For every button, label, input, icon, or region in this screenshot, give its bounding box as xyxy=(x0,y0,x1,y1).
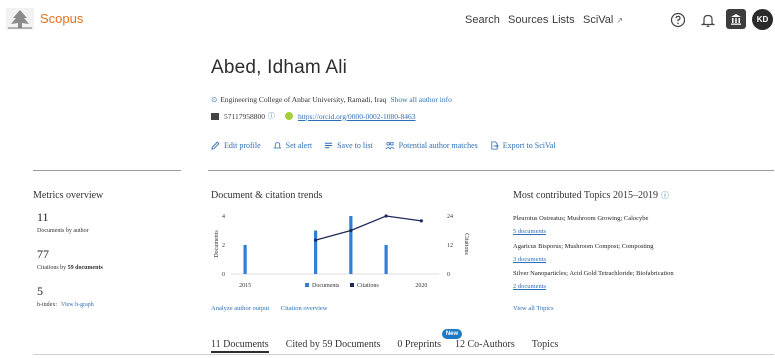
nav-sources[interactable]: Sources xyxy=(508,14,548,26)
citations-count: 77 xyxy=(37,247,49,261)
nav-scival-label: SciVal xyxy=(583,14,614,26)
top-navigation-bar: Scopus Search Sources Lists SciVal ↗ KD xyxy=(0,0,775,44)
nav-lists[interactable]: Lists xyxy=(552,14,575,26)
trends-title: Document & citation trends xyxy=(211,190,323,201)
info-icon[interactable]: ⓘ xyxy=(268,111,275,121)
location-pin-icon: ⊙ xyxy=(211,95,218,104)
h-index-label: h-index: xyxy=(37,302,57,308)
potential-author-matches-label: Potential author matches xyxy=(398,141,478,150)
author-identifiers-row: 57117958800 ⓘ https://orcid.org/0000-000… xyxy=(211,111,416,121)
info-icon[interactable]: ⓘ xyxy=(661,191,669,200)
help-icon[interactable] xyxy=(668,10,688,30)
bell-icon xyxy=(272,142,282,149)
citations-point[interactable] xyxy=(384,214,388,218)
author-affiliation-row: ⊙ Engineering College of Anbar University… xyxy=(211,95,452,104)
topic-item-label: Pleurotus Ostreatus; Mushroom Growing; C… xyxy=(513,215,649,222)
topic-item-documents-link[interactable]: 2 documents xyxy=(513,283,546,290)
potential-author-matches-button[interactable]: Potential author matches xyxy=(385,141,478,150)
documents-count-label: Documents by author xyxy=(37,228,89,234)
x-tick-label: 2015 xyxy=(239,283,251,289)
documents-count: 11 xyxy=(37,210,49,224)
topic-item-label: Silver Nanoparticles; Acid Gold Tetrachl… xyxy=(513,270,674,277)
topics-title: Most contributed Topics 2015–2019 ⓘ xyxy=(513,190,679,201)
citations-point[interactable] xyxy=(419,219,423,223)
view-h-graph-link[interactable]: View h-graph xyxy=(61,302,94,308)
nav-search[interactable]: Search xyxy=(465,14,500,26)
export-to-scival-button[interactable]: Export to SciVal xyxy=(490,141,556,150)
documents-bar[interactable] xyxy=(314,230,318,275)
section-divider xyxy=(208,170,774,171)
edit-profile-button[interactable]: Edit profile xyxy=(211,141,261,150)
citations-line xyxy=(315,215,422,241)
author-name: Abed, Idham Ali xyxy=(211,57,348,78)
save-to-list-button[interactable]: Save to list xyxy=(324,141,373,150)
pencil-icon xyxy=(211,141,220,150)
citations-label-documents: 59 documents xyxy=(67,265,103,271)
set-alert-button[interactable]: Set alert xyxy=(272,141,313,150)
elsevier-logo-icon[interactable] xyxy=(4,6,36,32)
author-tabs: 11 Documents Cited by 59 Documents 0 Pre… xyxy=(211,339,575,353)
new-badge: New xyxy=(442,329,462,339)
edit-profile-label: Edit profile xyxy=(224,141,261,150)
tab-co-authors[interactable]: 12 Co-Authors xyxy=(455,339,515,353)
affiliation-text: Engineering College of Anbar University,… xyxy=(220,95,387,104)
y-tick-right: 0 xyxy=(447,272,450,278)
citations-point[interactable] xyxy=(349,228,353,233)
y-tick-left: 4 xyxy=(222,214,225,220)
citations-point[interactable] xyxy=(314,238,318,242)
metrics-overview-title: Metrics overview xyxy=(33,190,104,201)
h-index-value: 5 xyxy=(37,284,43,298)
institution-icon[interactable] xyxy=(726,9,746,29)
export-to-scival-label: Export to SciVal xyxy=(502,141,556,150)
citations-label-prefix: Citations by xyxy=(37,265,67,271)
topic-item-label: Agaricus Bisporus; Mushroom Compost; Com… xyxy=(513,243,654,250)
tab-documents[interactable]: 11 Documents xyxy=(211,339,269,353)
scopus-id-icon xyxy=(211,112,219,120)
scopus-brand-link[interactable]: Scopus xyxy=(40,11,83,26)
y-tick-right: 12 xyxy=(447,243,453,249)
documents-bar[interactable] xyxy=(243,245,247,274)
section-divider-left xyxy=(33,170,181,171)
topic-item-documents-link[interactable]: 5 documents xyxy=(513,228,546,235)
user-avatar[interactable]: KD xyxy=(752,9,773,30)
tabs-divider xyxy=(33,354,774,355)
tab-preprints[interactable]: 0 Preprints xyxy=(397,339,441,353)
topic-item-documents-link[interactable]: 3 documents xyxy=(513,256,546,263)
legend-swatch-documents xyxy=(305,283,309,287)
bell-icon[interactable] xyxy=(698,10,718,30)
external-link-icon: ↗ xyxy=(616,16,624,25)
orcid-icon xyxy=(284,112,293,120)
y-tick-right: 24 xyxy=(447,214,453,220)
chart-links: Analyze author output Citation overview xyxy=(211,305,328,312)
document-citation-trends-chart: Documents Citations 4 2 0 24 12 0 2015 2020 Do… xyxy=(214,214,469,289)
nav-scival[interactable]: SciVal ↗ xyxy=(583,14,623,26)
orcid-link[interactable]: https://orcid.org/0000-0002-1080-8463 xyxy=(298,112,416,121)
tab-topics[interactable]: Topics xyxy=(532,339,559,353)
legend-label-citations: Citations xyxy=(357,283,379,289)
save-to-list-label: Save to list xyxy=(337,141,373,150)
y-tick-left: 2 xyxy=(222,243,225,249)
citations-count-label: Citations by 59 documents xyxy=(37,265,103,271)
author-actions-bar: Edit profile Set alert Save to list Pote… xyxy=(211,141,568,150)
y-axis-label-citations: Citations xyxy=(463,233,469,255)
citation-overview-link[interactable]: Citation overview xyxy=(281,305,328,312)
list-icon xyxy=(324,142,333,149)
set-alert-label: Set alert xyxy=(285,141,313,150)
analyze-author-output-link[interactable]: Analyze author output xyxy=(211,305,269,312)
h-index-row: h-index: View h-graph xyxy=(37,302,94,308)
topics-title-text: Most contributed Topics 2015–2019 xyxy=(513,190,658,201)
tab-cited-by[interactable]: Cited by 59 Documents xyxy=(286,339,381,353)
documents-bar[interactable] xyxy=(384,245,388,274)
people-icon xyxy=(385,141,395,150)
legend-swatch-citations xyxy=(350,283,354,287)
y-axis-label-documents: Documents xyxy=(214,230,220,258)
export-icon xyxy=(491,141,499,150)
view-all-topics-link[interactable]: View all Topics xyxy=(513,305,554,312)
scopus-author-id: 57117958800 xyxy=(224,111,265,121)
documents-bar[interactable] xyxy=(349,216,353,274)
x-tick-label: 2020 xyxy=(415,283,427,289)
show-all-author-info-link[interactable]: Show all author info xyxy=(390,95,451,104)
y-tick-left: 0 xyxy=(222,272,225,278)
legend-label-documents: Documents xyxy=(312,283,340,289)
